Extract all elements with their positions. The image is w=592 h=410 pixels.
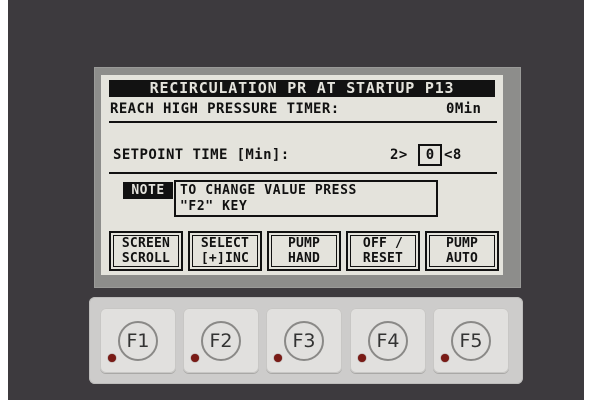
note-tag: NOTE [123, 182, 173, 199]
softkey-label: SCROLL [121, 251, 171, 266]
f5-key[interactable]: F5 [433, 308, 509, 373]
setpoint-label: SETPOINT TIME [Min]: [113, 147, 290, 163]
function-keypad: F1 F2 F3 F4 F5 [89, 297, 523, 384]
f1-key[interactable]: F1 [100, 308, 176, 373]
note-line-1: TO CHANGE VALUE PRESS [180, 183, 357, 198]
f3-key-label: F3 [284, 321, 324, 361]
softkey-label: RESET [362, 251, 404, 266]
led-indicator-icon [441, 354, 449, 362]
softkey-label: OFF / [362, 236, 404, 251]
f2-key-label: F2 [201, 321, 241, 361]
control-panel: RECIRCULATION PR AT STARTUP P13 REACH HI… [8, 0, 584, 400]
softkey-screen-scroll[interactable]: SCREEN SCROLL [109, 231, 183, 271]
setpoint-min: 2> [390, 147, 408, 163]
softkey-pump-auto[interactable]: PUMP AUTO [425, 231, 499, 271]
timer-value: 0Min [446, 101, 482, 117]
timer-label: REACH HIGH PRESSURE TIMER: [110, 101, 340, 117]
f4-key[interactable]: F4 [350, 308, 426, 373]
led-indicator-icon [358, 354, 366, 362]
f1-key-label: F1 [118, 321, 158, 361]
softkey-label: SCREEN [121, 236, 171, 251]
softkey-label: PUMP [287, 236, 321, 251]
f4-key-label: F4 [368, 321, 408, 361]
lcd-display: RECIRCULATION PR AT STARTUP P13 REACH HI… [101, 75, 503, 275]
softkey-label: PUMP [445, 236, 479, 251]
divider-bottom [109, 172, 497, 174]
setpoint-max: <8 [444, 147, 462, 163]
softkey-label: SELECT [200, 236, 250, 251]
softkey-select-inc[interactable]: SELECT [+]INC [188, 231, 262, 271]
note-line-2: "F2" KEY [180, 199, 248, 214]
screen-title: RECIRCULATION PR AT STARTUP P13 [109, 80, 495, 97]
softkey-label: HAND [287, 251, 321, 266]
softkey-label: [+]INC [200, 251, 250, 266]
f5-key-label: F5 [451, 321, 491, 361]
softkey-off-reset[interactable]: OFF / RESET [346, 231, 420, 271]
led-indicator-icon [191, 354, 199, 362]
f3-key[interactable]: F3 [266, 308, 342, 373]
note-box: TO CHANGE VALUE PRESS "F2" KEY [174, 180, 438, 217]
divider-top [109, 121, 497, 123]
softkey-label: AUTO [445, 251, 479, 266]
soft-key-bar: SCREEN SCROLL SELECT [+]INC PUMP HAND OF… [109, 231, 499, 271]
setpoint-value-field[interactable]: 0 [418, 144, 442, 166]
f2-key[interactable]: F2 [183, 308, 259, 373]
softkey-pump-hand[interactable]: PUMP HAND [267, 231, 341, 271]
led-indicator-icon [108, 354, 116, 362]
led-indicator-icon [274, 354, 282, 362]
